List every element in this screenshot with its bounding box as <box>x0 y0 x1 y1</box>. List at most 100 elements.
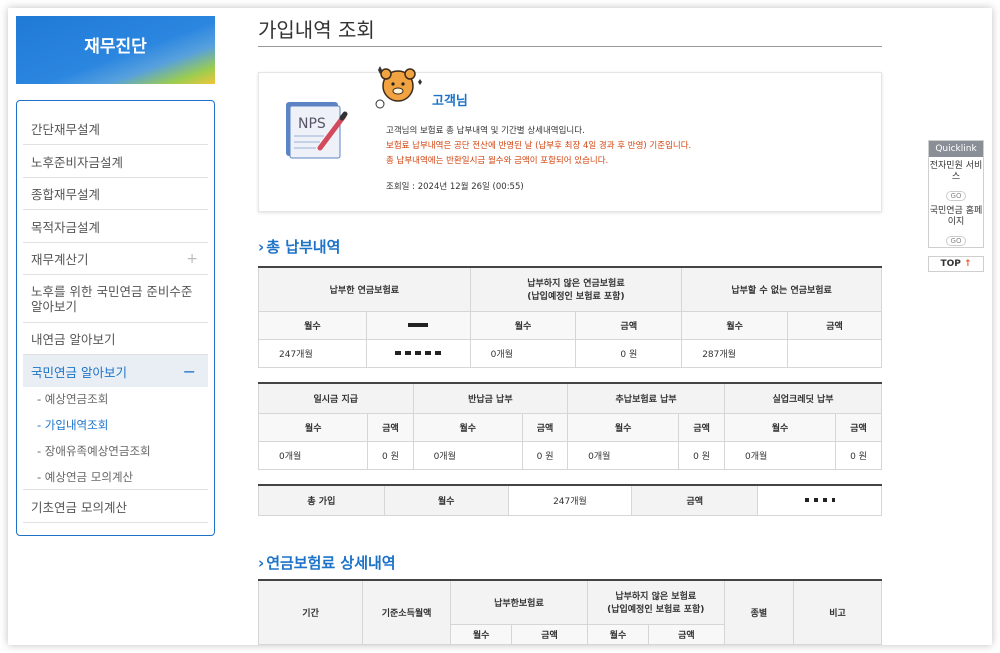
col-header-months: 월수 <box>567 412 680 442</box>
sidebar-item-national-pension[interactable]: 국민연금 알아보기 − <box>23 355 208 387</box>
col-header-amount: 금액 <box>678 412 726 442</box>
detail-table: 기간 기준소득월액 납부한보험료 납부하지 않은 보험료 (납입예정인 보험료 포… <box>257 579 882 645</box>
col-header-amount: 금액 <box>511 623 588 645</box>
sidebar-item-label: 내연금 알아보기 <box>31 332 116 347</box>
lump-sum-amount: 0 원 <box>367 440 414 470</box>
col-header-months: 월수 <box>257 412 369 442</box>
col-header-amount: 금액 <box>648 623 725 645</box>
col-header-months: 월수 <box>449 623 513 645</box>
chevron-right-icon: › <box>258 554 265 572</box>
sidebar-subitem-expected-pension[interactable]: - 예상연금조회 <box>37 391 108 407</box>
col-header-income: 기준소득월액 <box>362 579 451 645</box>
page-title: 가입내역 조회 <box>258 18 375 42</box>
col-header-months: 월수 <box>258 310 367 340</box>
quicklink-panel: Quicklink 전자민원 서비스 GO 국민연금 홈페이지 GO <box>928 140 984 248</box>
title-divider <box>258 46 882 47</box>
sidebar-item-purpose-fund[interactable]: 목적자금설계 <box>23 210 208 243</box>
sidebar-item-label: 간단재무설계 <box>31 122 101 137</box>
info-line-1: 고객님의 보험료 총 납부내역 및 기간별 상세내역입니다. <box>386 126 585 136</box>
col-header-months: 월수 <box>586 623 650 645</box>
redacted-value <box>395 350 442 355</box>
cannot-pay-months: 287개월 <box>681 338 789 368</box>
sidebar-brand-label: 재무진단 <box>84 37 147 57</box>
sidebar-item-my-pension[interactable]: 내연금 알아보기 <box>23 323 208 355</box>
total-months: 247개월 <box>507 484 633 516</box>
col-header-amount: 금액 <box>631 484 759 516</box>
col-header-period: 기간 <box>257 579 364 645</box>
col-header-months: 월수 <box>383 484 509 516</box>
section-heading-detail: › 연금보험료 상세내역 <box>258 552 396 573</box>
col-header-paid: 납부한보험료 <box>450 579 588 625</box>
customer-name: 고객님 <box>432 94 468 109</box>
redacted-value <box>804 340 865 363</box>
sidebar-item-label: 노후를 위한 국민연금 준비수준 알아보기 <box>31 283 193 314</box>
sidebar-item-label: 기초연금 모의계산 <box>31 499 127 515</box>
quicklink-homepage-label: 국민연금 홈페이지 <box>929 206 983 227</box>
paid-months: 247개월 <box>258 338 367 368</box>
col-header-months: 월수 <box>681 310 789 340</box>
total-payment-table: 납부한 연금보험료 납부하지 않은 연금보험료 (납입예정인 보험료 포함) 납부… <box>258 266 882 368</box>
go-button[interactable]: GO <box>945 191 967 201</box>
sidebar-item-calculator[interactable]: 재무계산기 + <box>23 243 208 275</box>
col-header-paid: 납부한 연금보험료 <box>258 266 471 312</box>
sidebar-subitem-subscription-history[interactable]: - 가입내역조회 <box>37 417 108 433</box>
quicklink-e-civil[interactable]: 전자민원 서비스 GO <box>929 161 983 202</box>
query-date: 조회일 : 2024년 12월 26일 (00:55) <box>386 182 524 192</box>
sidebar-item-label: 노후준비자금설계 <box>31 154 124 170</box>
cannot-pay-amount-redacted <box>787 338 882 368</box>
quicklink-homepage[interactable]: 국민연금 홈페이지 GO <box>929 206 983 247</box>
col-header-cannot-pay: 납부할 수 없는 연금보험료 <box>681 266 882 312</box>
additional-months: 0개월 <box>567 440 680 470</box>
redacted-value <box>804 497 835 502</box>
character-icon <box>375 66 422 109</box>
additional-amount: 0 원 <box>678 440 726 470</box>
col-header-additional-payment: 추납보험료 납부 <box>567 382 726 414</box>
sidebar-item-basic-pension[interactable]: 기초연금 모의계산 <box>23 489 208 523</box>
paid-amount-redacted <box>365 338 471 368</box>
sidebar-brand[interactable]: 재무진단 <box>16 16 215 84</box>
lump-sum-months: 0개월 <box>257 440 369 470</box>
col-header-note: 비고 <box>793 579 882 645</box>
col-header-months: 월수 <box>469 310 577 340</box>
total-subscription-label: 총 가입 <box>258 484 385 516</box>
sidebar-menu: 간단재무설계 노후준비자금설계 종합재무설계 목적자금설계 재무계산기 + 노후를… <box>16 100 215 536</box>
top-button[interactable]: TOP ↑ <box>928 256 984 272</box>
sidebar-subitem-disability-survivor[interactable]: - 장애유족예상연금조회 <box>37 443 151 459</box>
sidebar-item-total-plan[interactable]: 종합재무설계 <box>23 178 208 210</box>
col-header-months: 월수 <box>412 412 523 442</box>
section-heading-total: › 총 납부내역 <box>258 236 340 257</box>
col-header-amount: 금액 <box>367 412 414 442</box>
unemployment-amount: 0 원 <box>835 440 882 470</box>
col-header-unemployment-credit: 실업크레딧 납부 <box>724 382 882 414</box>
quicklink-e-civil-label: 전자민원 서비스 <box>929 161 983 182</box>
go-button[interactable]: GO <box>945 236 967 246</box>
col-header-unpaid: 납부하지 않은 연금보험료 (납입예정인 보험료 포함) <box>469 266 683 312</box>
unemployment-months: 0개월 <box>724 440 837 470</box>
col-header-amount-redacted <box>365 310 471 340</box>
col-header-lump-sum: 일시금 지급 <box>258 382 414 414</box>
redacted-value <box>408 322 429 327</box>
col-header-amount: 금액 <box>521 412 569 442</box>
col-header-amount: 금액 <box>787 310 882 340</box>
minus-icon: − <box>182 361 196 381</box>
sidebar-item-pension-readiness[interactable]: 노후를 위한 국민연금 준비수준 알아보기 <box>23 275 208 323</box>
col-header-amount: 금액 <box>835 412 882 442</box>
arrow-up-icon: ↑ <box>963 259 972 269</box>
return-amount: 0 원 <box>521 440 569 470</box>
sidebar-item-retirement-fund[interactable]: 노후준비자금설계 <box>23 145 208 178</box>
sidebar-subitem-simulation[interactable]: - 예상연금 모의계산 <box>37 469 133 485</box>
plus-icon: + <box>186 250 198 267</box>
sidebar-item-label: 국민연금 알아보기 <box>31 364 127 380</box>
section-heading-label: 연금보험료 상세내역 <box>266 554 396 572</box>
col-header-unpaid: 납부하지 않은 보험료 (납입예정인 보험료 포함) <box>586 579 725 625</box>
unpaid-months: 0개월 <box>469 338 577 368</box>
total-amount-redacted <box>757 484 882 516</box>
sidebar-item-simple-plan[interactable]: 간단재무설계 <box>23 113 208 145</box>
info-line-2: 보험료 납부내역은 공단 전산에 반영된 날 (납부후 최장 4일 경과 후 반… <box>386 141 692 151</box>
unpaid-amount: 0 원 <box>575 338 683 368</box>
section-heading-label: 총 납부내역 <box>266 238 341 256</box>
sidebar-item-label: 목적자금설계 <box>31 219 101 235</box>
sidebar-item-label: 재무계산기 <box>31 252 89 267</box>
nps-document-icon: NPS <box>286 102 348 159</box>
refund-payment-table: 일시금 지급 반납금 납부 추납보험료 납부 실업크레딧 납부 월수 금액 월수… <box>257 382 882 470</box>
